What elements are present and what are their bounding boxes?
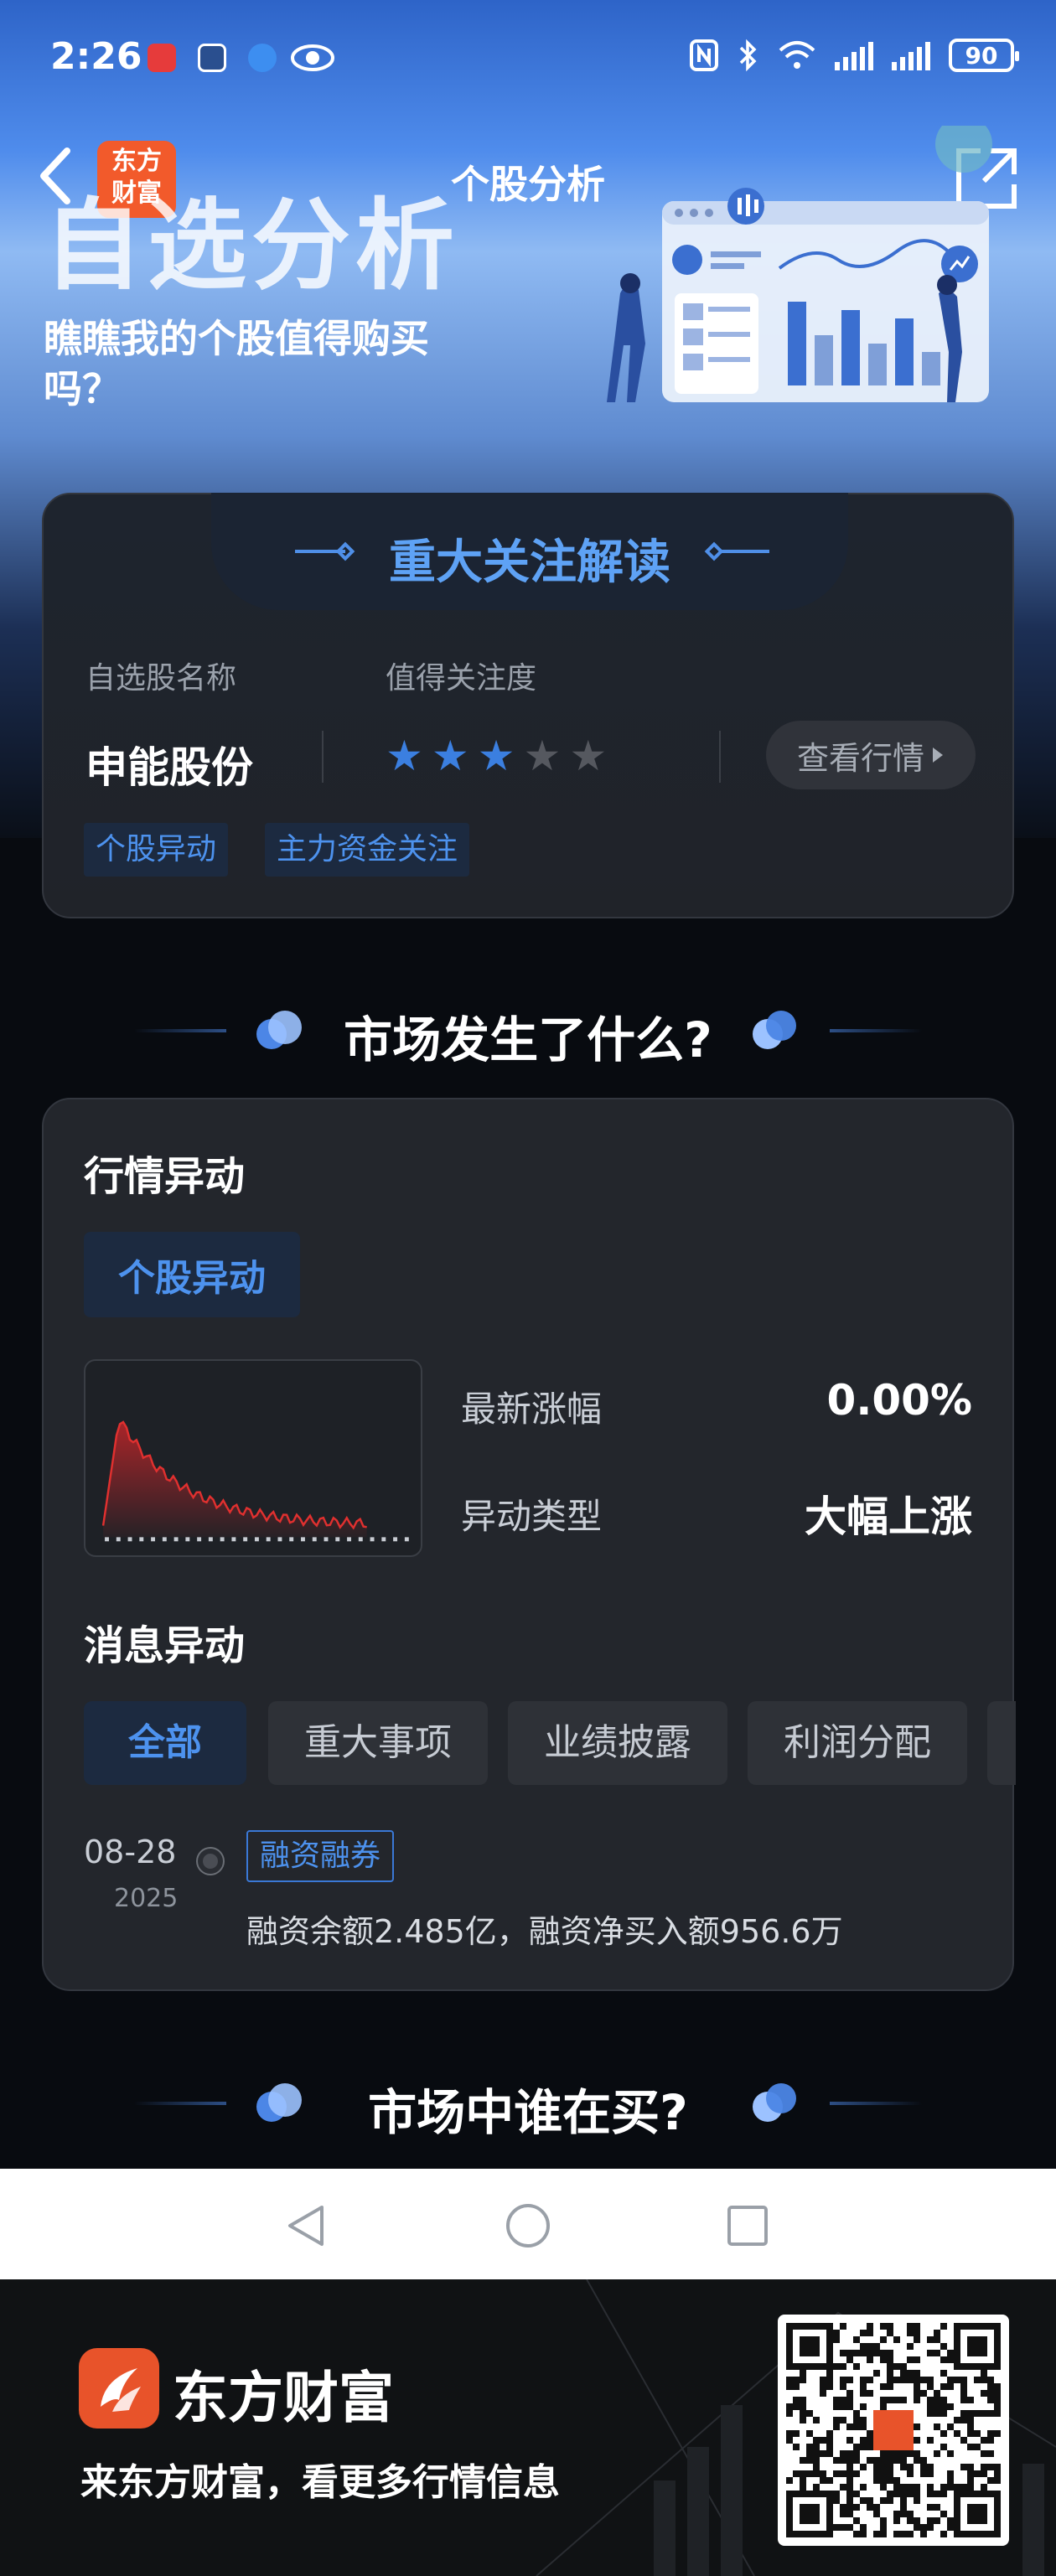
decor-line	[830, 2102, 922, 2105]
footer-brand-name: 东方财富	[173, 2365, 394, 2430]
section-title-buyers: 市场中谁在买?	[368, 2084, 688, 2141]
system-navigation-bar	[0, 2169, 1056, 2279]
view-quote-label: 查看行情	[796, 739, 924, 777]
cloud-icon	[248, 44, 277, 72]
battery-icon: 90	[949, 39, 1019, 72]
stock-name-label: 自选股名称	[85, 661, 237, 696]
tab-stock-anomaly[interactable]: 个股异动	[84, 1232, 300, 1317]
app-notification-icon	[198, 44, 226, 72]
anomaly-type-label: 异动类型	[461, 1496, 603, 1537]
signal-icon	[892, 40, 930, 70]
section-header-buyers: 市场中谁在买?	[0, 2061, 1056, 2145]
news-tag: 融资融券	[246, 1830, 395, 1882]
focus-card-title: 重大关注解读	[389, 535, 670, 590]
section-title-market: 市场发生了什么?	[344, 1011, 712, 1068]
hero-headline: 自选分析	[44, 188, 460, 303]
news-year: 2025	[114, 1884, 179, 1913]
stock-name: 申能股份	[85, 743, 253, 792]
battery-level: 90	[965, 41, 998, 70]
star-filled-icon: ★	[386, 732, 423, 780]
analytics-illustration	[607, 126, 992, 402]
download-banner[interactable]: 东方财富 来东方财富，看更多行情信息	[0, 2279, 1056, 2576]
status-bar: 2:26 90	[0, 0, 1056, 117]
eastmoney-app-icon	[79, 2348, 159, 2429]
news-text[interactable]: 融资余额2.485亿，融资净买入额956.6万	[246, 1906, 843, 1952]
anomaly-type-value: 大幅上涨	[805, 1492, 972, 1541]
timeline-dot	[198, 1849, 223, 1874]
tag-stock-anomaly[interactable]: 个股异动	[84, 823, 229, 877]
focus-card: 重大关注解读 自选股名称 值得关注度 申能股份 ★ ★ ★ ★ ★ 查看行情 个股异动 …	[42, 493, 1014, 918]
latest-change-label: 最新涨幅	[461, 1389, 603, 1430]
news-date: 08-28	[84, 1834, 177, 1870]
wifi-icon	[779, 41, 815, 69]
view-quote-button[interactable]: 查看行情	[766, 721, 976, 789]
section-header-market: 市场发生了什么?	[0, 989, 1056, 1073]
filter-all[interactable]: 全部	[84, 1701, 246, 1785]
divider	[322, 731, 324, 783]
divider	[719, 731, 721, 783]
news-anomaly-title: 消息异动	[84, 1622, 246, 1669]
latest-change-value: 0.00%	[826, 1376, 972, 1425]
bluetooth-icon	[739, 39, 757, 72]
star-filled-icon: ★	[431, 732, 469, 780]
orb-icon	[753, 1011, 796, 1049]
filter-dividend[interactable]: 利润分配	[748, 1701, 967, 1785]
news-filter-row: 全部 重大事项 业绩披露 利润分配	[84, 1701, 1016, 1785]
tag-main-capital[interactable]: 主力资金关注	[265, 823, 470, 877]
orb-icon	[753, 2083, 796, 2122]
decor-line	[830, 1029, 922, 1032]
app-notification-icon	[148, 44, 176, 72]
market-card: 行情异动 个股异动 最新涨幅 0.00% 异动类型 大幅上涨 消息异动 全部 重…	[42, 1098, 1016, 1991]
star-empty-icon: ★	[523, 732, 562, 780]
qr-code	[778, 2315, 1009, 2546]
star-empty-icon: ★	[569, 732, 608, 780]
quote-anomaly-title: 行情异动	[84, 1153, 246, 1200]
attention-rating: ★ ★ ★ ★ ★	[386, 731, 607, 781]
star-filled-icon: ★	[477, 732, 515, 780]
price-mini-chart	[84, 1359, 422, 1557]
caret-right-icon	[933, 747, 943, 763]
hero-subline: 瞧瞧我的个股值得购买吗？	[44, 316, 429, 411]
nav-home-icon[interactable]	[505, 2202, 551, 2249]
eye-icon	[291, 44, 334, 71]
nav-recents-icon[interactable]	[726, 2204, 769, 2248]
signal-icon	[835, 40, 873, 70]
footer-slogan: 来东方财富，看更多行情信息	[80, 2461, 560, 2504]
attention-label: 值得关注度	[386, 661, 537, 696]
filter-major-events[interactable]: 重大事项	[268, 1701, 488, 1785]
filter-earnings[interactable]: 业绩披露	[508, 1701, 727, 1785]
nav-back-icon[interactable]	[285, 2204, 327, 2248]
nfc-icon	[690, 39, 718, 71]
filter-more[interactable]	[987, 1701, 1016, 1785]
status-time: 2:26	[50, 35, 142, 78]
